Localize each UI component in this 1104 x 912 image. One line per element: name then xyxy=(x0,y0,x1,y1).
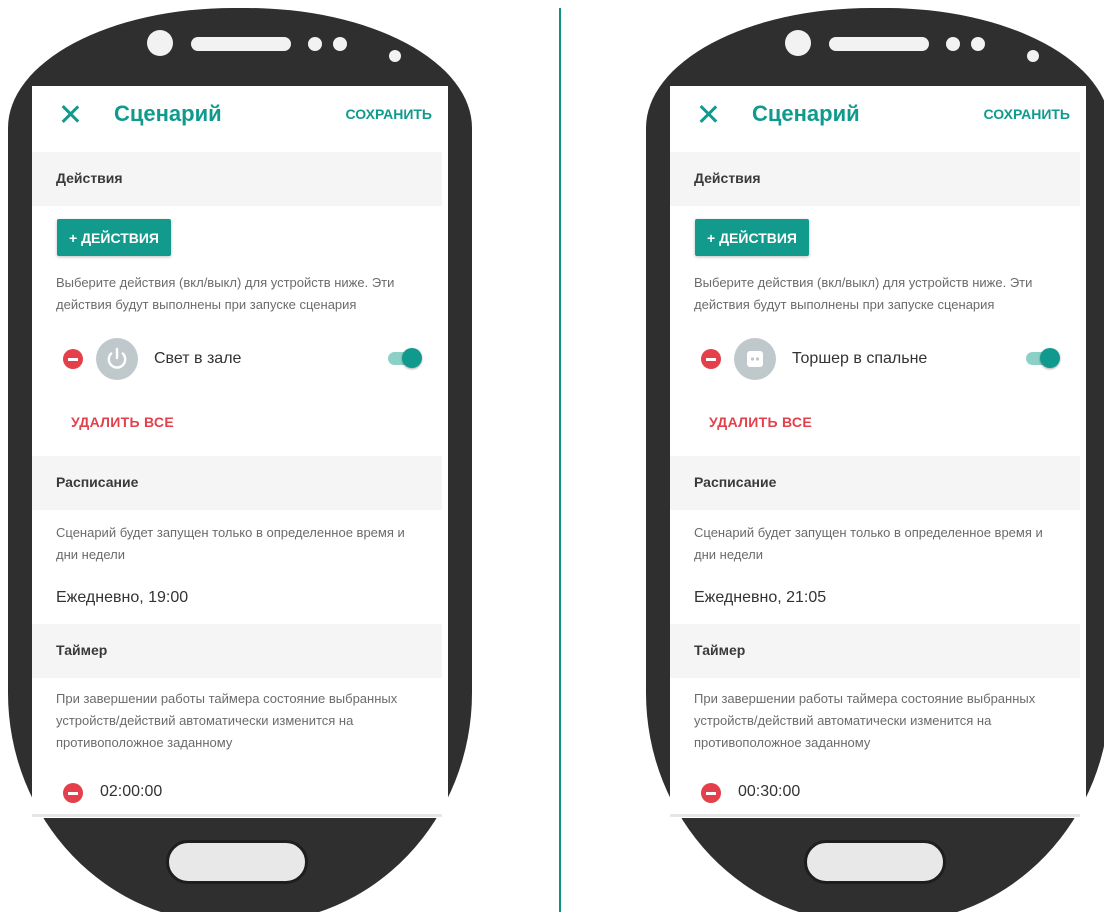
page-title: Сценарий xyxy=(752,101,860,126)
schedule-description: Сценарий будет запущен только в определе… xyxy=(694,525,1043,562)
timer-value[interactable]: 02:00:00 xyxy=(100,783,162,801)
power-icon xyxy=(96,338,138,380)
remove-timer-icon[interactable] xyxy=(701,783,721,803)
phone-left: Сценарий СОХРАНИТЬ Действия + ДЕЙСТВИЯ В… xyxy=(8,8,472,912)
actions-description: Выберите действия (вкл/выкл) для устройс… xyxy=(56,275,395,312)
timer-section-header: Таймер xyxy=(32,624,442,678)
sensor-dot xyxy=(308,37,322,51)
device-toggle[interactable] xyxy=(388,348,422,368)
timer-description: При завершении работы таймера состояние … xyxy=(56,691,398,750)
home-button xyxy=(804,840,946,884)
close-icon[interactable] xyxy=(698,104,718,124)
speaker-grille xyxy=(191,37,291,51)
section-title: Действия xyxy=(56,170,123,186)
section-title: Действия xyxy=(694,170,761,186)
phone-right: Сценарий СОХРАНИТЬ Действия + ДЕЙСТВИЯ В… xyxy=(646,8,1104,912)
divider-line xyxy=(559,8,561,912)
toggle-knob xyxy=(1040,348,1060,368)
speaker-grille xyxy=(829,37,929,51)
schedule-value[interactable]: Ежедневно, 21:05 xyxy=(694,589,826,607)
timer-section-header: Таймер xyxy=(670,624,1080,678)
save-button[interactable]: СОХРАНИТЬ xyxy=(346,106,432,122)
sensor-dot xyxy=(971,37,985,51)
app-screen: Сценарий СОХРАНИТЬ Действия + ДЕЙСТВИЯ В… xyxy=(670,86,1086,818)
timer-description: При завершении работы таймера состояние … xyxy=(694,691,1036,750)
sensor-dot xyxy=(946,37,960,51)
actions-section-header: Действия xyxy=(32,152,442,206)
remove-device-icon[interactable] xyxy=(701,349,721,369)
front-camera xyxy=(147,30,173,56)
app-bar: Сценарий СОХРАНИТЬ xyxy=(670,86,1086,148)
device-toggle[interactable] xyxy=(1026,348,1060,368)
actions-description: Выберите действия (вкл/выкл) для устройс… xyxy=(694,275,1033,312)
section-title: Таймер xyxy=(694,642,746,658)
app-bar: Сценарий СОХРАНИТЬ xyxy=(32,86,448,148)
schedule-description: Сценарий будет запущен только в определе… xyxy=(56,525,405,562)
comparison-canvas: Сценарий СОХРАНИТЬ Действия + ДЕЙСТВИЯ В… xyxy=(0,0,1104,912)
socket-icon xyxy=(734,338,776,380)
section-title: Таймер xyxy=(56,642,108,658)
device-name: Свет в зале xyxy=(154,350,242,367)
remove-timer-icon[interactable] xyxy=(63,783,83,803)
delete-all-button[interactable]: УДАЛИТЬ ВСЕ xyxy=(71,414,174,430)
actions-section-header: Действия xyxy=(670,152,1080,206)
app-screen: Сценарий СОХРАНИТЬ Действия + ДЕЙСТВИЯ В… xyxy=(32,86,448,818)
add-action-button[interactable]: + ДЕЙСТВИЯ xyxy=(57,219,171,256)
schedule-value[interactable]: Ежедневно, 19:00 xyxy=(56,589,188,607)
device-name: Торшер в спальне xyxy=(792,350,928,367)
divider xyxy=(32,814,442,817)
sensor-dot xyxy=(1027,50,1039,62)
remove-device-icon[interactable] xyxy=(63,349,83,369)
page-title: Сценарий xyxy=(114,101,222,126)
add-action-button[interactable]: + ДЕЙСТВИЯ xyxy=(695,219,809,256)
close-icon[interactable] xyxy=(60,104,80,124)
save-button[interactable]: СОХРАНИТЬ xyxy=(984,106,1070,122)
section-title: Расписание xyxy=(56,474,139,490)
schedule-section-header: Расписание xyxy=(32,456,442,510)
home-button xyxy=(166,840,308,884)
delete-all-button[interactable]: УДАЛИТЬ ВСЕ xyxy=(709,414,812,430)
sensor-dot xyxy=(333,37,347,51)
sensor-dot xyxy=(389,50,401,62)
front-camera xyxy=(785,30,811,56)
timer-value[interactable]: 00:30:00 xyxy=(738,783,800,801)
section-title: Расписание xyxy=(694,474,777,490)
divider xyxy=(670,814,1080,817)
schedule-section-header: Расписание xyxy=(670,456,1080,510)
toggle-knob xyxy=(402,348,422,368)
